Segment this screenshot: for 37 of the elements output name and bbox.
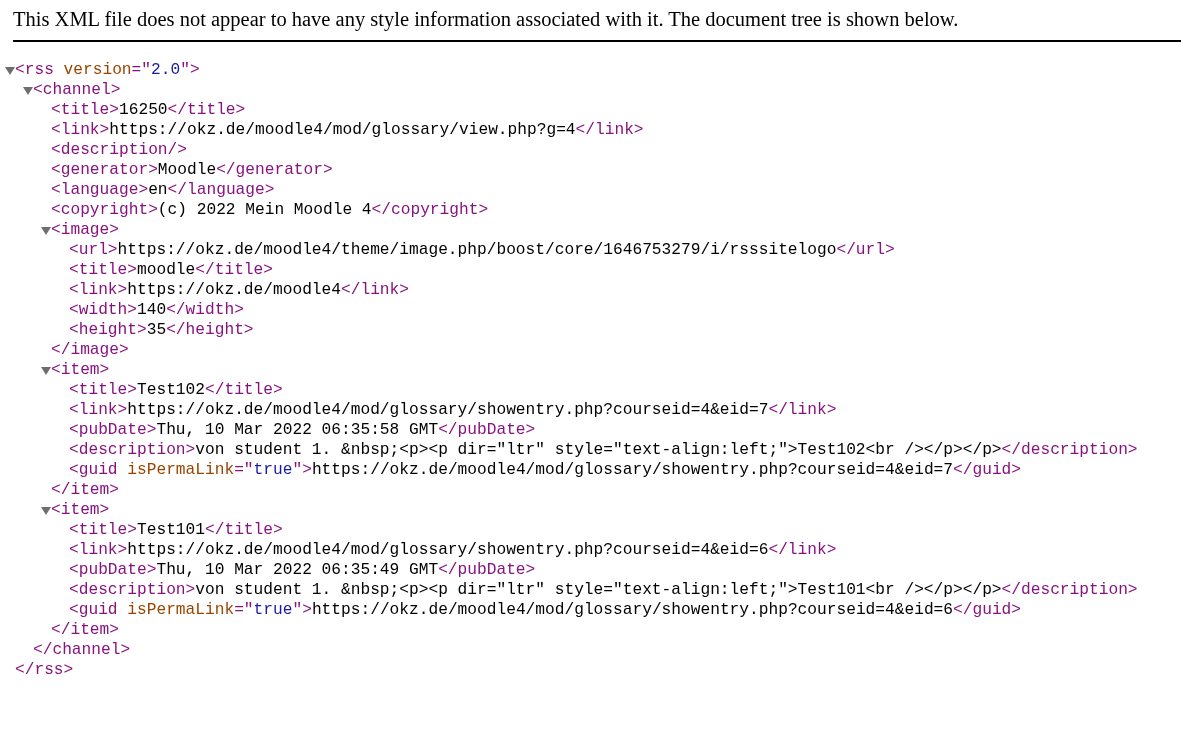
xml-line: <guid isPermaLink="true">https://okz.de/moodle4/mod/glossary/showentry.php?courseid=4&eid=6</guid> bbox=[69, 601, 1022, 619]
collapse-triangle-icon[interactable] bbox=[41, 507, 51, 515]
xml-line: <description>von student 1. &nbsp;<p><p dir="ltr" style="text-align:left;">Test102<br /></p></p></description> bbox=[69, 441, 1138, 459]
xml-line: <height>35</height> bbox=[69, 321, 254, 339]
xml-line: <width>140</width> bbox=[69, 301, 244, 319]
xml-line: </item> bbox=[51, 481, 119, 499]
xml-line: <link>https://okz.de/moodle4/mod/glossary/showentry.php?courseid=4&eid=7</link> bbox=[69, 401, 837, 419]
collapse-triangle-icon[interactable] bbox=[41, 367, 51, 375]
xml-line: <description/> bbox=[51, 141, 187, 159]
xml-line: <item> bbox=[51, 361, 110, 379]
xml-line: <pubDate>Thu, 10 Mar 2022 06:35:49 GMT</pubDate> bbox=[69, 561, 536, 579]
xml-line: <copyright>(c) 2022 Mein Moodle 4</copyright> bbox=[51, 201, 489, 219]
xml-line: <channel> bbox=[33, 81, 121, 99]
xml-line: <title>Test101</title> bbox=[69, 521, 283, 539]
collapse-triangle-icon[interactable] bbox=[23, 87, 33, 95]
xml-line: <language>en</language> bbox=[51, 181, 275, 199]
xml-line: <title>Test102</title> bbox=[69, 381, 283, 399]
xml-line: <title>16250</title> bbox=[51, 101, 246, 119]
xml-line: </rss> bbox=[15, 661, 74, 679]
collapse-triangle-icon[interactable] bbox=[41, 227, 51, 235]
style-notice: This XML file does not appear to have any style information associated with it. The document tree is shown below. bbox=[13, 8, 959, 30]
xml-line: <pubDate>Thu, 10 Mar 2022 06:35:58 GMT</pubDate> bbox=[69, 421, 536, 439]
xml-line: <item> bbox=[51, 501, 110, 519]
xml-line: </item> bbox=[51, 621, 119, 639]
xml-line: <generator>Moodle</generator> bbox=[51, 161, 333, 179]
xml-line: </image> bbox=[51, 341, 129, 359]
xml-line: <link>https://okz.de/moodle4/mod/glossary/showentry.php?courseid=4&eid=6</link> bbox=[69, 541, 837, 559]
xml-line: <rss version="2.0"> bbox=[15, 61, 200, 79]
xml-line: <title>moodle</title> bbox=[69, 261, 273, 279]
xml-line: <link>https://okz.de/moodle4/mod/glossary/view.php?g=4</link> bbox=[51, 121, 644, 139]
xml-line: <link>https://okz.de/moodle4</link> bbox=[69, 281, 409, 299]
xml-line: <url>https://okz.de/moodle4/theme/image.php/boost/core/1646753279/i/rsssitelogo</url> bbox=[69, 241, 895, 259]
xml-line: <description>von student 1. &nbsp;<p><p dir="ltr" style="text-align:left;">Test101<br /></p></p></description> bbox=[69, 581, 1138, 599]
xml-line: </channel> bbox=[33, 641, 131, 659]
xml-line: <image> bbox=[51, 221, 119, 239]
xml-line: <guid isPermaLink="true">https://okz.de/moodle4/mod/glossary/showentry.php?courseid=4&eid=7</guid> bbox=[69, 461, 1022, 479]
collapse-triangle-icon[interactable] bbox=[5, 67, 15, 75]
